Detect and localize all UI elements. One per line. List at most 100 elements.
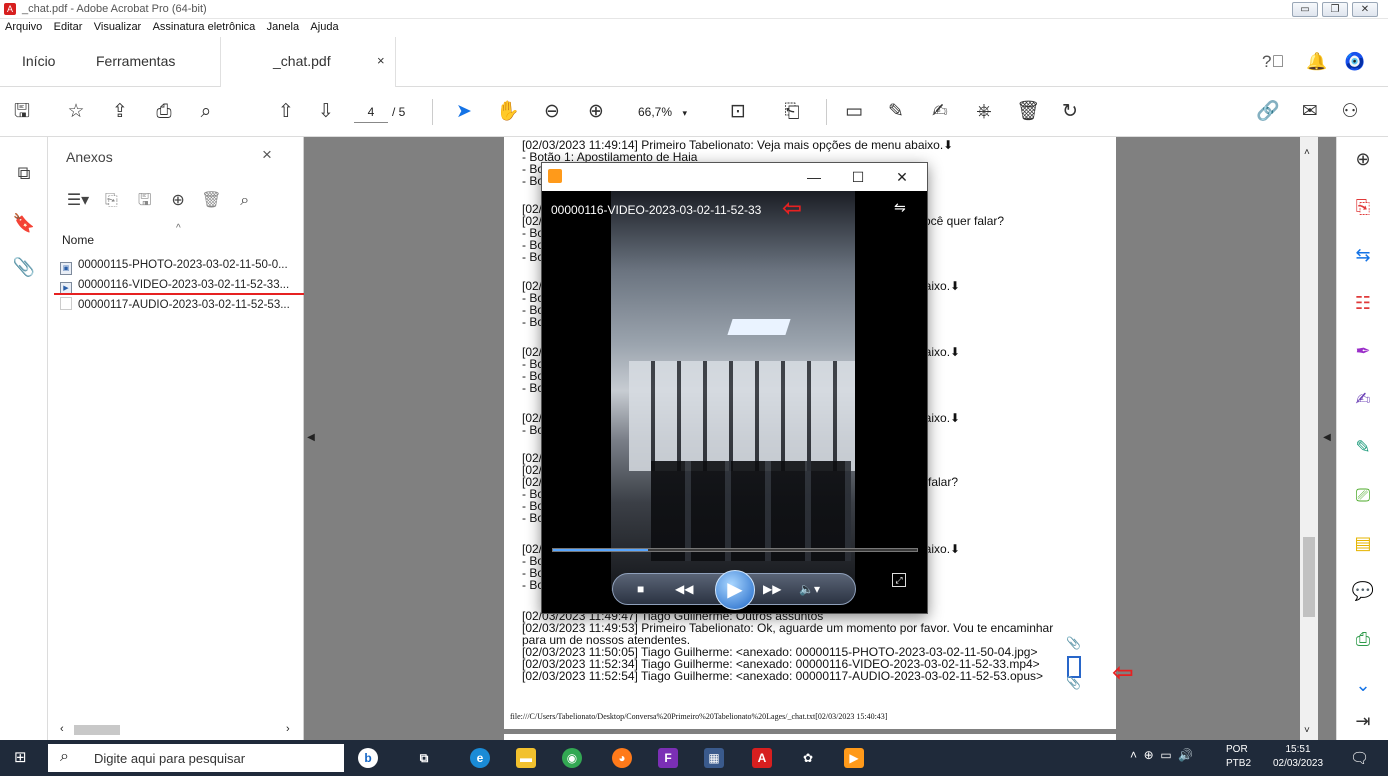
collapse-left-panel-icon[interactable]: ◀: [304, 418, 318, 458]
attachment-row-video[interactable]: ▶ 00000116-VIDEO-2023-03-02-11-52-33...: [60, 275, 304, 295]
upload-icon[interactable]: ⇪: [108, 100, 132, 124]
tab-tools[interactable]: Ferramentas: [96, 37, 175, 87]
draw-icon[interactable]: ✍: [928, 100, 952, 124]
organize-pages-icon[interactable]: ☷: [1351, 291, 1375, 315]
page-up-icon[interactable]: ⇧: [274, 100, 298, 124]
attachment-row-audio[interactable]: 00000117-AUDIO-2023-03-02-11-52-53...: [60, 295, 304, 315]
bell-icon[interactable]: 🔔: [1306, 51, 1328, 73]
compare-icon[interactable]: ▤: [1351, 531, 1375, 555]
fit-page-icon[interactable]: ⊡: [726, 100, 750, 124]
clock[interactable]: 15:51 02/03/2023: [1266, 743, 1330, 771]
tab-document[interactable]: _chat.pdf ×: [220, 37, 396, 87]
system-tray-icons[interactable]: ˄ ⊕ ▭ 🔊: [1130, 748, 1193, 762]
delete-icon[interactable]: 🗑: [1016, 100, 1040, 124]
help-icon[interactable]: ?⃝: [1262, 51, 1284, 73]
task-view-icon[interactable]: ⧉: [414, 748, 434, 768]
chrome-icon[interactable]: ◉: [562, 748, 582, 768]
scroll-thumb[interactable]: [1303, 537, 1315, 617]
more-tools-icon[interactable]: ⌄: [1351, 673, 1375, 697]
options-menu-icon[interactable]: ☰▾: [66, 189, 90, 213]
hand-tool-icon[interactable]: ✋: [496, 100, 520, 124]
selected-attachment-pin-icon[interactable]: [1067, 656, 1081, 678]
tab-home[interactable]: Início: [22, 37, 55, 87]
zoom-search-icon[interactable]: ⌕: [194, 100, 218, 124]
expand-rail-icon[interactable]: ⇥: [1351, 709, 1375, 733]
menu-arquivo[interactable]: Arquivo: [0, 19, 45, 33]
firefox-icon[interactable]: ◕: [612, 748, 632, 768]
notifications-icon[interactable]: 🗨: [1350, 749, 1369, 767]
minimize-window-button[interactable]: ▭: [1292, 2, 1318, 17]
menu-visualizar[interactable]: Visualizar: [89, 19, 145, 33]
play-button[interactable]: ▶: [715, 570, 755, 610]
add-attachment-icon[interactable]: ⊕: [166, 189, 190, 213]
video-minimize-button[interactable]: —: [800, 167, 828, 187]
document-vertical-scrollbar[interactable]: ˄ ˅: [1300, 137, 1318, 740]
scroll-mode-icon[interactable]: ⎗: [780, 100, 804, 124]
save-icon[interactable]: 🖫: [10, 100, 34, 124]
zoom-in-icon[interactable]: ⊕: [584, 100, 608, 124]
calculator-icon[interactable]: ▦: [704, 748, 724, 768]
select-cursor-icon[interactable]: ➤: [452, 100, 476, 124]
fast-forward-icon[interactable]: ▶▶: [763, 578, 781, 600]
request-signature-icon[interactable]: ✒: [1351, 339, 1375, 363]
close-tab-icon[interactable]: ×: [377, 37, 385, 85]
menu-janela[interactable]: Janela: [262, 19, 302, 33]
video-close-button[interactable]: ✕: [888, 167, 916, 187]
foxit-icon[interactable]: F: [658, 748, 678, 768]
paint-icon[interactable]: ✿: [798, 748, 818, 768]
rotate-icon[interactable]: ↻: [1058, 100, 1082, 124]
video-player-window[interactable]: — ☐ ✕ 00000116-VIDEO-2023-03-02-11-52-33…: [541, 162, 928, 614]
zoom-out-icon[interactable]: ⊖: [540, 100, 564, 124]
link-icon[interactable]: 🔗: [1256, 100, 1280, 124]
pages-icon[interactable]: ⧉: [12, 161, 36, 185]
close-panel-icon[interactable]: ×: [262, 145, 272, 165]
attachment-pin-icon[interactable]: 📎: [1066, 676, 1081, 694]
language-indicator[interactable]: POR PTB2: [1226, 743, 1251, 771]
page-number-input[interactable]: 4: [354, 101, 388, 123]
page-down-icon[interactable]: ⇩: [314, 100, 338, 124]
video-seek-bar[interactable]: [552, 548, 918, 552]
taskbar-search-box[interactable]: ⌕ Digite aqui para pesquisar: [48, 744, 344, 772]
comment-tool-icon[interactable]: 💬: [1351, 579, 1375, 603]
create-pdf-icon[interactable]: ⎘: [1351, 195, 1375, 219]
save-attachment-icon[interactable]: 🖫: [133, 189, 157, 213]
scan-icon[interactable]: ⎚: [1351, 483, 1375, 507]
rewind-icon[interactable]: ◀◀: [675, 578, 693, 600]
edit-pdf-icon[interactable]: ✎: [1351, 435, 1375, 459]
highlight-pen-icon[interactable]: ✎: [884, 100, 908, 124]
menu-assinatura[interactable]: Assinatura eletrônica: [148, 19, 259, 33]
menu-ajuda[interactable]: Ajuda: [305, 19, 341, 33]
avatar[interactable]: 🧿: [1344, 51, 1366, 73]
add-user-icon[interactable]: ⚇: [1338, 100, 1362, 124]
close-window-button[interactable]: ✕: [1352, 2, 1378, 17]
zoom-tool-icon[interactable]: ⊕: [1351, 147, 1375, 171]
fill-sign-icon[interactable]: ✍: [1351, 387, 1375, 411]
open-attachment-icon[interactable]: ⎘: [99, 189, 123, 213]
bookmark-icon[interactable]: 🔖: [12, 211, 36, 235]
stop-icon[interactable]: ■: [637, 578, 644, 600]
collapse-right-panel-icon[interactable]: ◀: [1320, 418, 1334, 458]
volume-icon[interactable]: 🔈▾: [799, 578, 820, 600]
edge-icon[interactable]: e: [470, 748, 490, 768]
search-attachment-icon[interactable]: ⌕: [233, 189, 257, 213]
file-explorer-icon[interactable]: ▬: [516, 748, 536, 768]
video-maximize-button[interactable]: ☐: [844, 167, 872, 187]
export-pdf-icon[interactable]: ⇆: [1351, 243, 1375, 267]
attachment-pin-icon[interactable]: 📎: [1066, 636, 1081, 654]
switch-to-library-icon[interactable]: ⇋: [894, 199, 906, 216]
print-production-icon[interactable]: ⎙: [1351, 627, 1375, 651]
mail-icon[interactable]: ✉: [1298, 100, 1322, 124]
star-icon[interactable]: ☆: [64, 100, 88, 124]
comment-icon[interactable]: ▭: [842, 100, 866, 124]
attachment-icon[interactable]: 📎: [12, 255, 36, 279]
fullscreen-icon[interactable]: ⤢: [892, 573, 906, 587]
bing-icon[interactable]: b: [358, 748, 378, 768]
media-player-taskbar-icon[interactable]: ▶: [844, 748, 864, 768]
menu-editar[interactable]: Editar: [49, 19, 86, 33]
video-frame[interactable]: [611, 191, 855, 591]
sort-arrow-icon[interactable]: ^: [176, 223, 181, 234]
column-header-name[interactable]: Nome: [62, 233, 94, 247]
panel-horizontal-scrollbar[interactable]: ‹ ›: [58, 723, 298, 737]
print-icon[interactable]: ⎙: [152, 100, 176, 124]
stamp-icon[interactable]: ⎈: [972, 100, 996, 124]
